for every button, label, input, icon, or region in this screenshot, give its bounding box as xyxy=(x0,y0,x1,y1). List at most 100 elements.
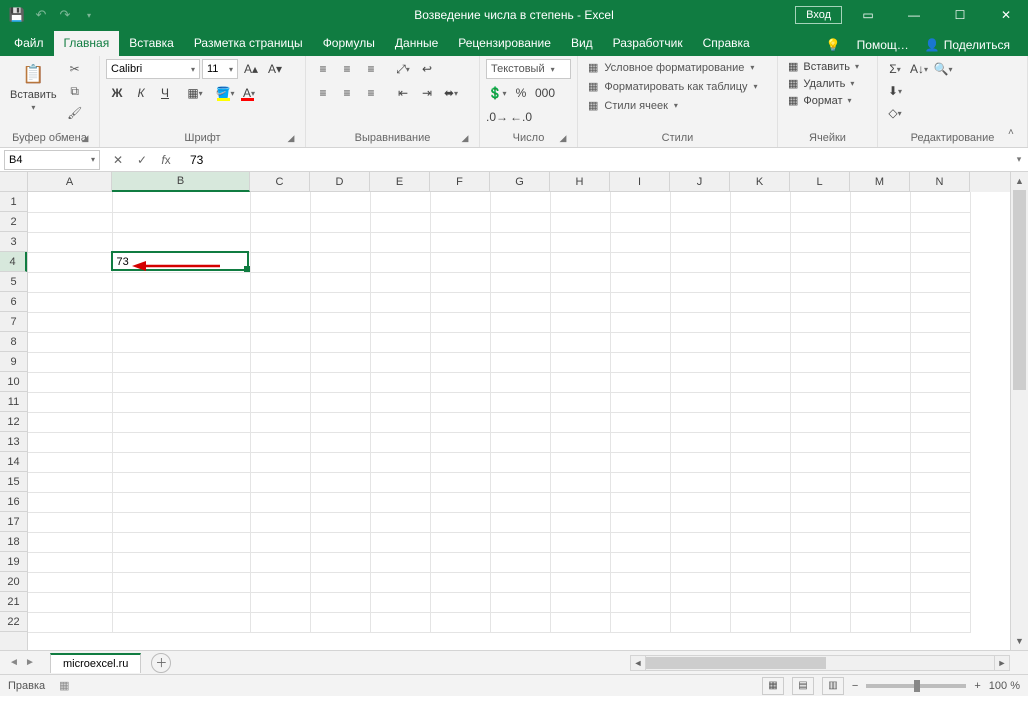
col-header[interactable]: D xyxy=(310,172,370,192)
launcher-icon[interactable]: ◢ xyxy=(459,133,471,145)
tab-рецензирование[interactable]: Рецензирование xyxy=(448,31,561,56)
row-header[interactable]: 18 xyxy=(0,532,27,552)
normal-view-icon[interactable]: ▦ xyxy=(762,677,784,695)
col-header[interactable]: I xyxy=(610,172,670,192)
tell-me-icon[interactable]: 💡 xyxy=(820,34,847,56)
signin-button[interactable]: Вход xyxy=(795,6,842,24)
autosum-icon[interactable]: Σ▾ xyxy=(884,59,906,79)
zoom-out-icon[interactable]: − xyxy=(852,680,858,692)
format-painter-icon[interactable]: 🖌 xyxy=(65,103,85,123)
hscroll-thumb[interactable] xyxy=(646,657,826,669)
sheet-nav[interactable]: ◄► xyxy=(0,657,44,668)
align-left-icon[interactable]: ≡ xyxy=(312,83,334,103)
col-header[interactable]: N xyxy=(910,172,970,192)
col-header[interactable]: M xyxy=(850,172,910,192)
row-header[interactable]: 22 xyxy=(0,612,27,632)
insert-cells-button[interactable]: ▦ Вставить▾ xyxy=(784,59,871,74)
col-header[interactable]: C xyxy=(250,172,310,192)
row-header[interactable]: 15 xyxy=(0,472,27,492)
row-header[interactable]: 2 xyxy=(0,212,27,232)
row-header[interactable]: 10 xyxy=(0,372,27,392)
row-header[interactable]: 16 xyxy=(0,492,27,512)
percent-icon[interactable]: % xyxy=(510,83,532,103)
increase-decimal-icon[interactable]: .0→ xyxy=(486,107,508,127)
ribbon-options-icon[interactable]: ▭ xyxy=(848,0,888,30)
scroll-down-icon[interactable]: ▼ xyxy=(1011,632,1028,650)
align-bottom-icon[interactable]: ≡ xyxy=(360,59,382,79)
row-header[interactable]: 1 xyxy=(0,192,27,212)
save-icon[interactable]: 💾 xyxy=(6,4,28,26)
decrease-font-icon[interactable]: A▾ xyxy=(264,59,286,79)
tab-формулы[interactable]: Формулы xyxy=(313,31,385,56)
help-link[interactable]: Помощ… xyxy=(851,34,915,56)
row-header[interactable]: 12 xyxy=(0,412,27,432)
delete-cells-button[interactable]: ▦ Удалить▾ xyxy=(784,76,871,91)
orientation-icon[interactable]: ⤢▾ xyxy=(392,59,414,79)
add-sheet-button[interactable]: ＋ xyxy=(151,653,171,673)
row-header[interactable]: 6 xyxy=(0,292,27,312)
row-header[interactable]: 19 xyxy=(0,552,27,572)
scroll-thumb[interactable] xyxy=(1013,190,1026,390)
copy-icon[interactable]: ⧉ xyxy=(65,81,85,101)
row-header[interactable]: 17 xyxy=(0,512,27,532)
font-color-icon[interactable]: A▾ xyxy=(238,83,260,103)
tab-разработчик[interactable]: Разработчик xyxy=(603,31,693,56)
col-header[interactable]: F xyxy=(430,172,490,192)
row-header[interactable]: 9 xyxy=(0,352,27,372)
formula-input[interactable] xyxy=(184,150,1010,170)
zoom-level[interactable]: 100 % xyxy=(989,680,1020,692)
column-headers[interactable]: ABCDEFGHIJKLMN xyxy=(28,172,1010,192)
row-header[interactable]: 5 xyxy=(0,272,27,292)
minimize-icon[interactable]: — xyxy=(894,0,934,30)
col-header[interactable]: E xyxy=(370,172,430,192)
row-header[interactable]: 21 xyxy=(0,592,27,612)
cancel-edit-icon[interactable]: ✕ xyxy=(106,150,130,170)
format-cells-button[interactable]: ▦ Формат▾ xyxy=(784,93,871,108)
align-middle-icon[interactable]: ≡ xyxy=(336,59,358,79)
merge-icon[interactable]: ⬌▾ xyxy=(440,83,462,103)
clear-icon[interactable]: ◇▾ xyxy=(884,103,906,123)
scroll-right-icon[interactable]: ► xyxy=(994,655,1010,671)
cut-icon[interactable]: ✂ xyxy=(65,59,85,79)
launcher-icon[interactable]: ◢ xyxy=(79,133,91,145)
close-icon[interactable]: ✕ xyxy=(986,0,1026,30)
redo-icon[interactable]: ↷ xyxy=(54,4,76,26)
find-select-icon[interactable]: 🔍▾ xyxy=(932,59,954,79)
launcher-icon[interactable]: ◢ xyxy=(285,133,297,145)
undo-icon[interactable]: ↶ xyxy=(30,4,52,26)
conditional-formatting-button[interactable]: ▦ Условное форматирование▾ xyxy=(584,59,771,76)
horizontal-scrollbar[interactable]: ◄ ► xyxy=(630,655,1010,671)
col-header[interactable]: K xyxy=(730,172,790,192)
collapse-ribbon-icon[interactable]: ˄ xyxy=(1008,127,1024,143)
cell-styles-button[interactable]: ▦ Стили ячеек▾ xyxy=(584,97,771,114)
scroll-left-icon[interactable]: ◄ xyxy=(630,655,646,671)
col-header[interactable]: J xyxy=(670,172,730,192)
row-header[interactable]: 8 xyxy=(0,332,27,352)
tab-файл[interactable]: Файл xyxy=(4,31,54,56)
font-size-select[interactable]: 11▾ xyxy=(202,59,238,79)
col-header[interactable]: B xyxy=(112,172,250,192)
col-header[interactable]: G xyxy=(490,172,550,192)
row-header[interactable]: 7 xyxy=(0,312,27,332)
col-header[interactable]: A xyxy=(28,172,112,192)
increase-font-icon[interactable]: A▴ xyxy=(240,59,262,79)
row-header[interactable]: 11 xyxy=(0,392,27,412)
fx-icon[interactable]: fx xyxy=(154,150,178,170)
align-right-icon[interactable]: ≡ xyxy=(360,83,382,103)
name-box[interactable]: B4▾ xyxy=(4,150,100,170)
tab-главная[interactable]: Главная xyxy=(54,31,120,56)
fill-icon[interactable]: ⬇▾ xyxy=(884,81,906,101)
vertical-scrollbar[interactable]: ▲ ▼ xyxy=(1010,172,1028,650)
tab-данные[interactable]: Данные xyxy=(385,31,448,56)
sort-filter-icon[interactable]: A↓▾ xyxy=(908,59,930,79)
row-header[interactable]: 3 xyxy=(0,232,27,252)
paste-button[interactable]: 📋 Вставить ▾ xyxy=(6,59,61,114)
zoom-slider[interactable] xyxy=(866,684,966,688)
tab-вставка[interactable]: Вставка xyxy=(119,31,184,56)
fill-color-icon[interactable]: 🪣▾ xyxy=(214,83,236,103)
zoom-in-icon[interactable]: + xyxy=(974,680,980,692)
scroll-up-icon[interactable]: ▲ xyxy=(1011,172,1028,190)
row-headers[interactable]: 12345678910111213141516171819202122 xyxy=(0,172,28,650)
number-format-select[interactable]: Текстовый▾ xyxy=(486,59,571,79)
tab-вид[interactable]: Вид xyxy=(561,31,603,56)
